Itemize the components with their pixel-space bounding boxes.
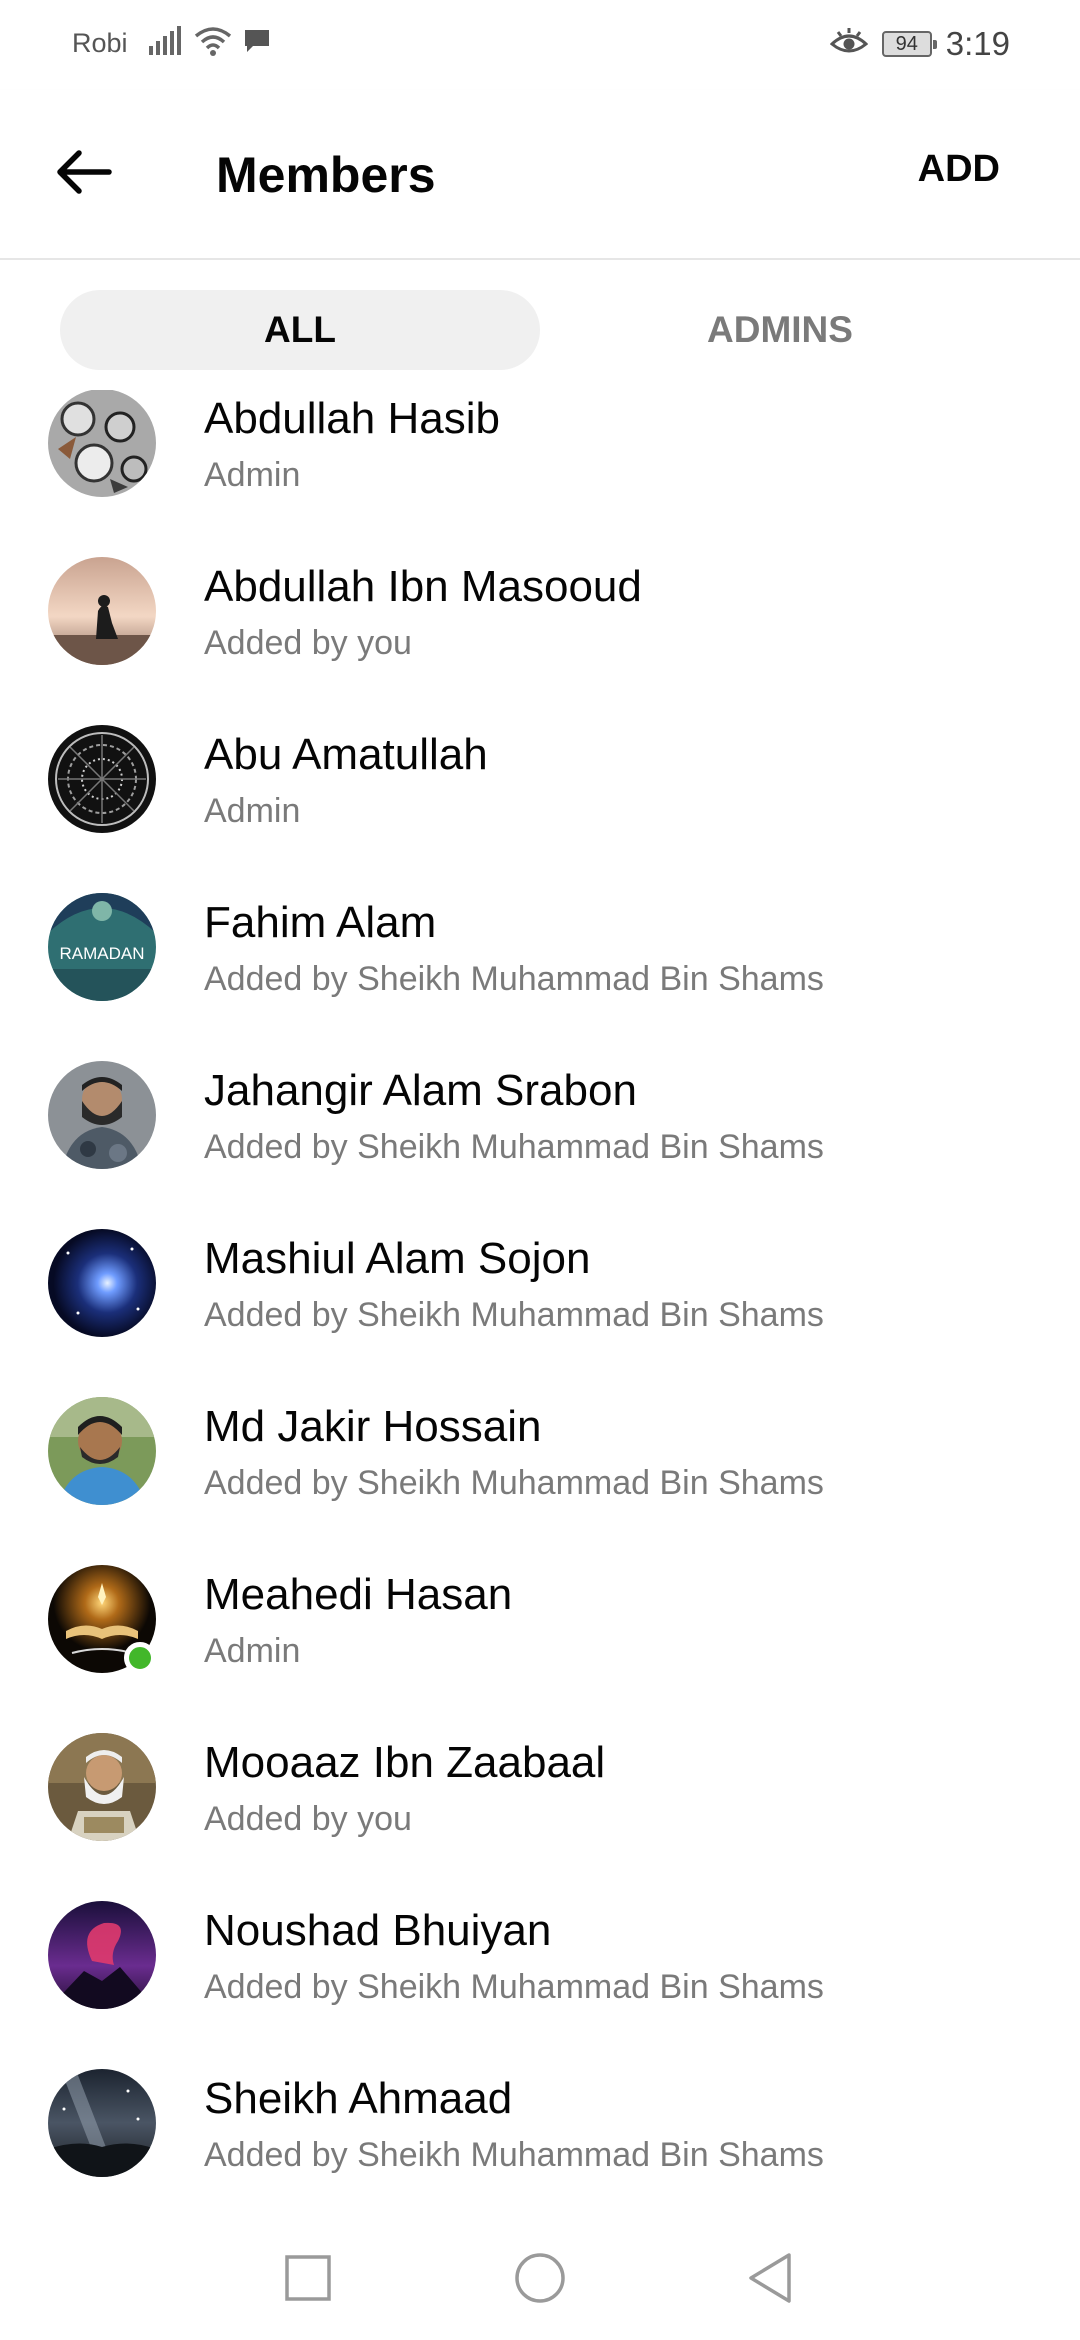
online-status-indicator	[124, 1642, 156, 1674]
avatar[interactable]: RAMADAN	[48, 893, 156, 1001]
message-notification-icon	[242, 26, 272, 61]
add-button[interactable]: ADD	[918, 148, 1000, 191]
status-icons-right: 94 3:19	[829, 22, 1010, 66]
status-bar: Robi 94 3:19	[0, 0, 1080, 90]
member-role: Added by Sheikh Muhammad Bin Shams	[204, 1128, 824, 1166]
member-name: Sheikh Ahmaad	[204, 2074, 513, 2123]
member-role: Admin	[204, 1632, 301, 1670]
avatar[interactable]	[48, 725, 156, 833]
member-role: Admin	[204, 456, 301, 494]
member-row[interactable]: Mooaaz Ibn Zaabaal Added by you	[0, 1704, 1080, 1872]
member-role: Added by Sheikh Muhammad Bin Shams	[204, 1968, 824, 2006]
member-row[interactable]: Abu Amatullah Admin	[0, 696, 1080, 864]
member-name: Abdullah Hasib	[204, 394, 500, 443]
member-row[interactable]: Sheikh Ahmaad Added by Sheikh Muhammad B…	[0, 2040, 1080, 2208]
back-triangle-icon	[745, 2251, 795, 2310]
member-name: Abdullah Ibn Masooud	[204, 562, 642, 611]
member-role: Added by you	[204, 1800, 412, 1838]
tab-all[interactable]: ALL	[60, 290, 540, 370]
member-role: Added by Sheikh Muhammad Bin Shams	[204, 2136, 824, 2174]
nav-back-button[interactable]	[720, 2230, 820, 2330]
member-row[interactable]: Abdullah Ibn Masooud Added by you	[0, 528, 1080, 696]
avatar[interactable]	[48, 1733, 156, 1841]
member-row[interactable]: Meahedi Hasan Admin	[0, 1536, 1080, 1704]
member-tabs: ALL ADMINS	[0, 260, 1080, 390]
avatar[interactable]	[48, 2069, 156, 2177]
battery-icon: 94	[881, 31, 937, 57]
avatar[interactable]	[48, 390, 156, 497]
member-role: Added by you	[204, 624, 412, 662]
member-name: Jahangir Alam Srabon	[204, 1066, 637, 1115]
member-name: Meahedi Hasan	[204, 1570, 513, 1619]
member-row[interactable]: Abdullah Hasib Admin	[0, 390, 1080, 528]
page-title: Members	[216, 147, 436, 203]
system-navigation-bar	[0, 2210, 1080, 2340]
member-row[interactable]: Md Jakir Hossain Added by Sheikh Muhamma…	[0, 1368, 1080, 1536]
home-icon	[513, 2251, 567, 2310]
member-row[interactable]: Jahangir Alam Srabon Added by Sheikh Muh…	[0, 1032, 1080, 1200]
avatar[interactable]	[48, 1901, 156, 2009]
member-row[interactable]: Noushad Bhuiyan Added by Sheikh Muhammad…	[0, 1872, 1080, 2040]
battery-level: 94	[895, 33, 918, 55]
tab-admins[interactable]: ADMINS	[540, 290, 1020, 370]
member-name: Mashiul Alam Sojon	[204, 1234, 591, 1283]
avatar-text: RAMADAN	[59, 944, 144, 963]
member-role: Added by Sheikh Muhammad Bin Shams	[204, 1296, 824, 1334]
carrier-label: Robi	[72, 28, 128, 58]
eye-comfort-icon	[829, 27, 869, 62]
member-name: Noushad Bhuiyan	[204, 1906, 552, 1955]
wifi-icon	[194, 26, 232, 61]
recent-apps-button[interactable]	[258, 2230, 358, 2330]
avatar[interactable]	[48, 1229, 156, 1337]
member-row[interactable]: RAMADAN Fahim Alam Added by Sheikh Muham…	[0, 864, 1080, 1032]
member-name: Fahim Alam	[204, 898, 437, 947]
recent-apps-icon	[284, 2254, 332, 2307]
avatar[interactable]	[48, 1397, 156, 1505]
signal-icon	[148, 25, 184, 61]
member-role: Added by Sheikh Muhammad Bin Shams	[204, 960, 824, 998]
member-name: Mooaaz Ibn Zaabaal	[204, 1738, 606, 1787]
avatar[interactable]	[48, 557, 156, 665]
member-row[interactable]: Mashiul Alam Sojon Added by Sheikh Muham…	[0, 1200, 1080, 1368]
member-role: Admin	[204, 792, 301, 830]
home-button[interactable]	[490, 2230, 590, 2330]
clock: 3:19	[945, 25, 1010, 62]
members-list[interactable]: Abdullah Hasib Admin Abdullah Ibn Masoou…	[0, 390, 1080, 2210]
member-name: Md Jakir Hossain	[204, 1402, 542, 1451]
arrow-left-icon	[55, 149, 113, 200]
avatar[interactable]	[48, 1061, 156, 1169]
member-name: Abu Amatullah	[204, 730, 488, 779]
back-button[interactable]	[44, 134, 124, 214]
member-role: Added by Sheikh Muhammad Bin Shams	[204, 1464, 824, 1502]
status-icons-left	[148, 25, 272, 61]
app-header: Members ADD	[0, 90, 1080, 260]
